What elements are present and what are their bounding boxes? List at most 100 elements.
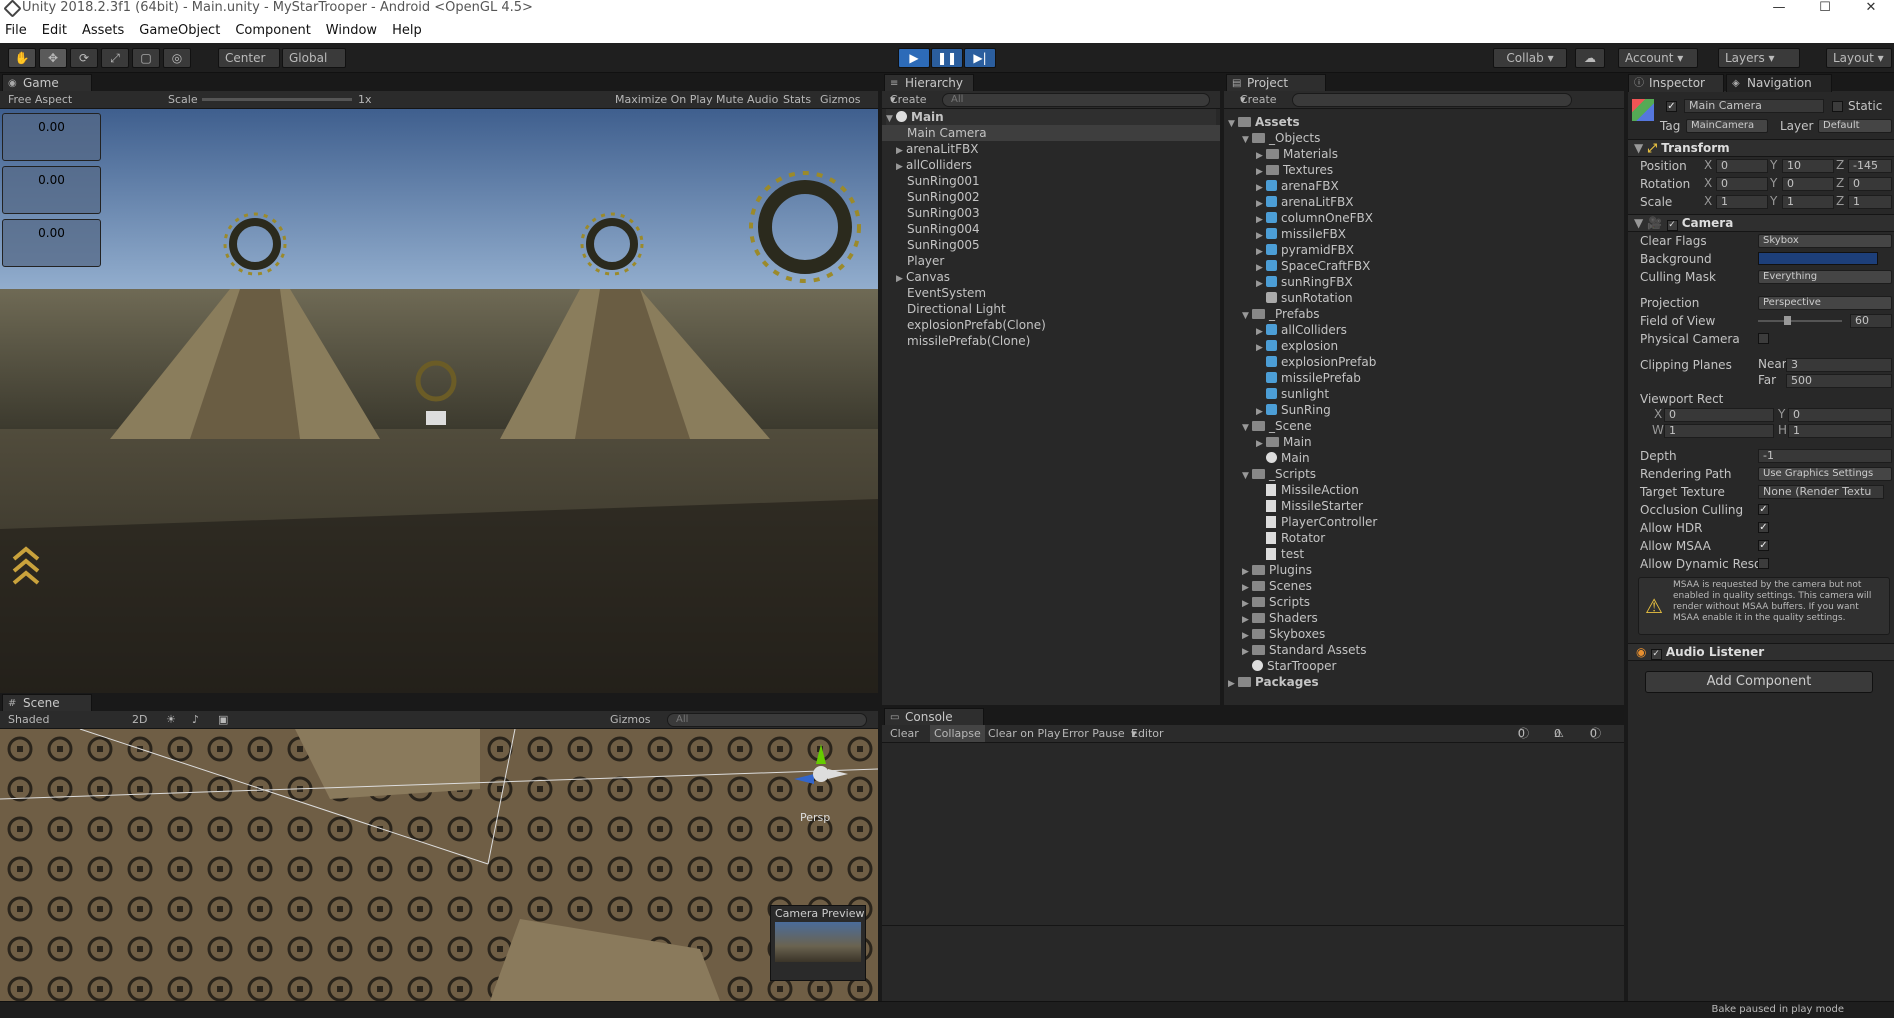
project-item[interactable]: MissileAction <box>1266 482 1359 498</box>
hierarchy-item[interactable]: EventSystem <box>907 285 986 301</box>
project-create-dropdown[interactable]: Create ▾ <box>1240 91 1277 108</box>
hand-tool-icon[interactable]: ✋ <box>8 48 36 68</box>
position-x-field[interactable]: 0 <box>1716 159 1768 173</box>
console-collapse-toggle[interactable]: Collapse <box>930 725 985 742</box>
tab-game[interactable]: ◉ Game <box>2 74 92 92</box>
project-item[interactable]: ▼ _Scene <box>1242 418 1312 434</box>
console-error-pause-toggle[interactable]: Error Pause <box>1062 725 1125 742</box>
scale-slider[interactable] <box>202 98 352 101</box>
rect-tool-icon[interactable]: ▢ <box>132 48 160 68</box>
project-item[interactable]: ▶ columnOneFBX <box>1256 210 1373 226</box>
scene-search-input[interactable]: All <box>667 713 867 727</box>
pivot-center-button[interactable]: Center <box>218 48 280 68</box>
layout-dropdown[interactable]: Layout ▾ <box>1826 48 1892 68</box>
hierarchy-item[interactable]: SunRing001 <box>907 173 980 189</box>
active-checkbox[interactable]: ✓ <box>1666 101 1677 112</box>
move-tool-icon[interactable]: ✥ <box>39 48 67 68</box>
add-component-button[interactable]: Add Component <box>1645 671 1873 693</box>
tab-inspector[interactable]: ⓘ Inspector <box>1628 74 1724 92</box>
fov-field[interactable]: 60 <box>1850 314 1892 328</box>
cloud-icon[interactable]: ☁ <box>1575 48 1605 68</box>
project-item[interactable]: ▼ Assets <box>1228 114 1300 130</box>
project-item[interactable]: sunlight <box>1266 386 1329 402</box>
project-item[interactable]: Rotator <box>1266 530 1325 546</box>
allow-hdr-checkbox[interactable]: ✓ <box>1758 522 1769 533</box>
menu-edit[interactable]: Edit <box>42 23 67 38</box>
project-item[interactable]: ▶ Main <box>1256 434 1312 450</box>
position-z-field[interactable]: -145 <box>1848 159 1892 173</box>
clear-flags-dropdown[interactable]: Skybox <box>1758 234 1892 248</box>
audio-listener-header[interactable]: ◉ ✓ Audio Listener <box>1628 643 1894 661</box>
project-item[interactable]: ▶ Skyboxes <box>1242 626 1325 642</box>
tab-console[interactable]: ▭ Console <box>884 708 984 726</box>
project-item[interactable]: ▶ sunRingFBX <box>1256 274 1353 290</box>
project-item[interactable]: MissileStarter <box>1266 498 1363 514</box>
scale-x-field[interactable]: 1 <box>1716 195 1768 209</box>
object-name-field[interactable]: Main Camera <box>1684 99 1824 113</box>
project-item[interactable]: sunRotation <box>1266 290 1353 306</box>
project-item[interactable]: ▶ arenaLitFBX <box>1256 194 1353 210</box>
viewport-y-field[interactable]: 0 <box>1788 408 1892 422</box>
tab-hierarchy[interactable]: ≡ Hierarchy <box>884 74 974 92</box>
play-button[interactable]: ▶ <box>898 48 930 68</box>
game-viewport[interactable]: 0.00 0.00 0.00 <box>0 109 878 693</box>
project-item[interactable]: Main <box>1266 450 1310 466</box>
rotation-x-field[interactable]: 0 <box>1716 177 1768 191</box>
console-clear-on-play-toggle[interactable]: Clear on Play <box>988 725 1060 742</box>
console-editor-dropdown[interactable]: Editor ▾ <box>1131 725 1164 742</box>
audio-listener-enabled-checkbox[interactable]: ✓ <box>1650 649 1662 660</box>
hierarchy-create-dropdown[interactable]: Create ▾ <box>890 91 927 108</box>
target-texture-field[interactable]: None (Render Textu <box>1758 485 1884 499</box>
hierarchy-search-input[interactable]: All <box>942 93 1210 107</box>
hierarchy-item[interactable]: SunRing004 <box>907 221 980 237</box>
tag-dropdown[interactable]: MainCamera <box>1686 119 1768 133</box>
project-item[interactable]: ▶ allColliders <box>1256 322 1347 338</box>
project-item[interactable]: ▶ Textures <box>1256 162 1333 178</box>
camera-enabled-checkbox[interactable]: ✓ <box>1666 220 1678 231</box>
project-item[interactable]: test <box>1266 546 1304 562</box>
project-item[interactable]: PlayerController <box>1266 514 1377 530</box>
hierarchy-item[interactable]: ▶ Canvas <box>896 269 950 285</box>
menu-file[interactable]: File <box>5 23 27 38</box>
mute-audio-toggle[interactable]: Mute Audio <box>716 91 778 108</box>
hierarchy-item[interactable]: SunRing003 <box>907 205 980 221</box>
project-item[interactable]: explosionPrefab <box>1266 354 1376 370</box>
project-item[interactable]: ▼ _Prefabs <box>1242 306 1320 322</box>
lighting-toggle-icon[interactable]: ☀ <box>166 711 176 728</box>
hierarchy-item[interactable]: SunRing005 <box>907 237 980 253</box>
hierarchy-item[interactable]: ▶ arenaLitFBX <box>896 141 978 157</box>
hierarchy-item[interactable]: ▶ allColliders <box>896 157 972 173</box>
space-global-button[interactable]: Global <box>282 48 346 68</box>
tab-scene[interactable]: # Scene <box>2 694 92 712</box>
layers-dropdown[interactable]: Layers ▾ <box>1718 48 1800 68</box>
projection-dropdown[interactable]: Perspective <box>1758 296 1892 310</box>
step-button[interactable]: ▶| <box>964 48 996 68</box>
culling-mask-dropdown[interactable]: Everything <box>1758 270 1892 284</box>
hierarchy-item[interactable]: Directional Light <box>907 301 1006 317</box>
tab-navigation[interactable]: ◈ Navigation <box>1726 74 1832 92</box>
project-item[interactable]: ▶ Shaders <box>1242 610 1318 626</box>
project-item[interactable]: ▶ Packages <box>1228 674 1319 690</box>
hierarchy-item[interactable]: missilePrefab(Clone) <box>907 333 1030 349</box>
camera-header[interactable]: ▼ 🎥 ✓ Camera <box>1628 214 1894 232</box>
project-item[interactable]: StarTrooper <box>1252 658 1336 674</box>
stats-toggle[interactable]: Stats <box>783 91 811 108</box>
project-item[interactable]: ▼ _Scripts <box>1242 466 1316 482</box>
menu-help[interactable]: Help <box>392 23 422 38</box>
project-item[interactable]: ▶ missileFBX <box>1256 226 1346 242</box>
project-item[interactable]: missilePrefab <box>1266 370 1361 386</box>
shading-dropdown[interactable]: Shaded <box>8 711 49 728</box>
allow-dynamic-resolution-checkbox[interactable] <box>1758 558 1769 569</box>
menu-window[interactable]: Window <box>326 23 377 38</box>
project-search-input[interactable] <box>1292 93 1572 107</box>
viewport-w-field[interactable]: 1 <box>1664 424 1774 438</box>
layer-dropdown[interactable]: Default <box>1818 119 1892 133</box>
fov-slider[interactable] <box>1758 320 1842 322</box>
project-item[interactable]: ▶ pyramidFBX <box>1256 242 1354 258</box>
hierarchy-scene-root[interactable]: ▼ Main <box>886 109 1216 125</box>
fov-slider-thumb[interactable] <box>1784 316 1791 325</box>
game-gizmos-dropdown[interactable]: Gizmos <box>820 91 861 108</box>
maximize-on-play-toggle[interactable]: Maximize On Play <box>615 91 713 108</box>
project-item[interactable]: ▶ Plugins <box>1242 562 1312 578</box>
collab-dropdown[interactable]: Collab ▾ <box>1493 48 1567 68</box>
